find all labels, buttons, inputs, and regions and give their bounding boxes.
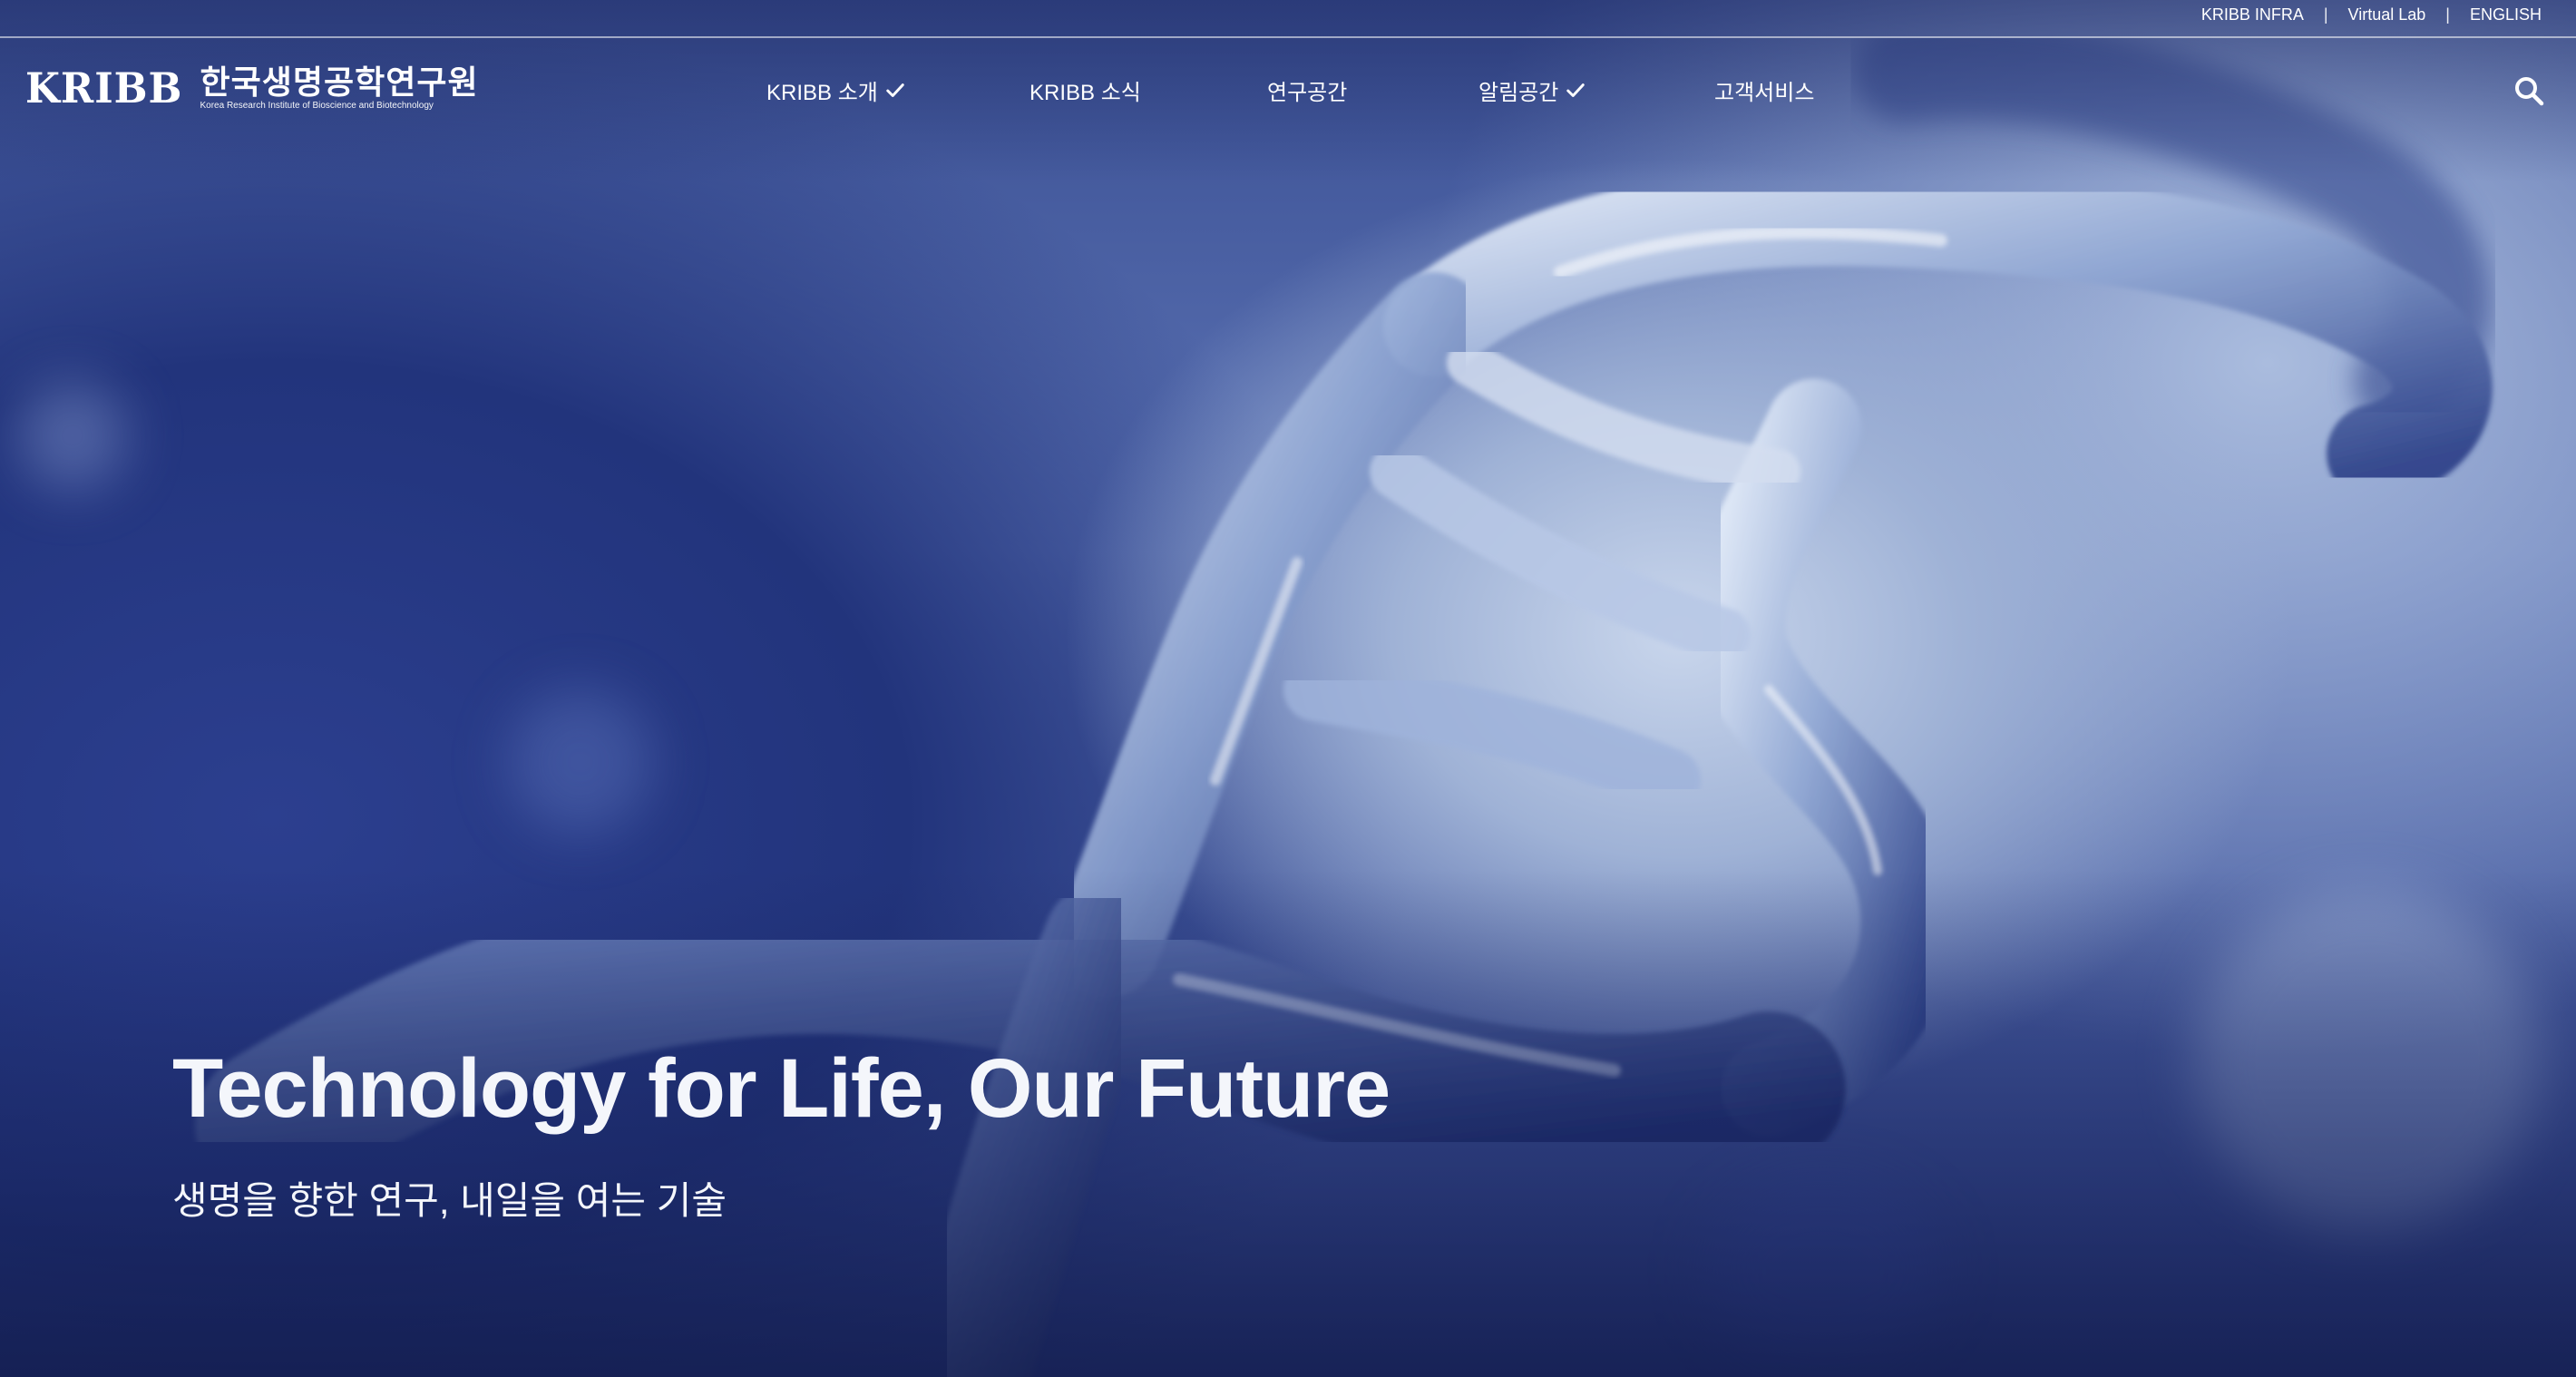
logo-name-kr: 한국생명공학연구원 (200, 63, 479, 101)
hero-section: KRIBB INFRA | Virtual Lab | ENGLISH KRIB… (0, 0, 2576, 1377)
logo-mark: KRIBB (25, 63, 183, 112)
nav-item-notice[interactable]: 알림공간 (1478, 74, 1586, 106)
utility-bar: KRIBB INFRA | Virtual Lab | ENGLISH (0, 0, 2576, 38)
nav-item-label: KRIBB 소식 (1029, 81, 1141, 105)
site-logo[interactable]: KRIBB 한국생명공학연구원 Korea Research Institute… (25, 63, 479, 112)
nav-item-label: 연구공간 (1267, 81, 1348, 105)
logo-text: 한국생명공학연구원 Korea Research Institute of Bi… (200, 63, 479, 112)
nav-item-label: KRIBB 소개 (766, 81, 878, 105)
utility-separator: | (2323, 5, 2328, 24)
search-icon[interactable] (2513, 74, 2545, 107)
virtual-lab-link[interactable]: Virtual Lab (2348, 5, 2426, 24)
utility-separator: | (2445, 5, 2450, 24)
hero-subtitle: 생명을 향한 연구, 내일을 여는 기술 (172, 1179, 727, 1222)
english-link[interactable]: ENGLISH (2470, 5, 2542, 24)
kribb-infra-link[interactable]: KRIBB INFRA (2201, 5, 2304, 24)
utility-links: KRIBB INFRA | Virtual Lab | ENGLISH (2201, 5, 2542, 24)
nav-item-customer-service[interactable]: 고객서비스 (1714, 74, 1814, 106)
hero-title: Technology for Life, Our Future (172, 1042, 1390, 1135)
nav-item-label: 알림공간 (1478, 81, 1559, 105)
nav-item-research[interactable]: 연구공간 (1267, 74, 1347, 106)
logo-name-en: Korea Research Institute of Bioscience a… (200, 100, 434, 111)
nav-item-news[interactable]: KRIBB 소식 (1029, 74, 1141, 106)
nav-item-about[interactable]: KRIBB 소개 (766, 74, 905, 106)
check-icon (886, 83, 904, 97)
nav-item-label: 고객서비스 (1714, 81, 1815, 105)
check-icon (1566, 83, 1586, 97)
